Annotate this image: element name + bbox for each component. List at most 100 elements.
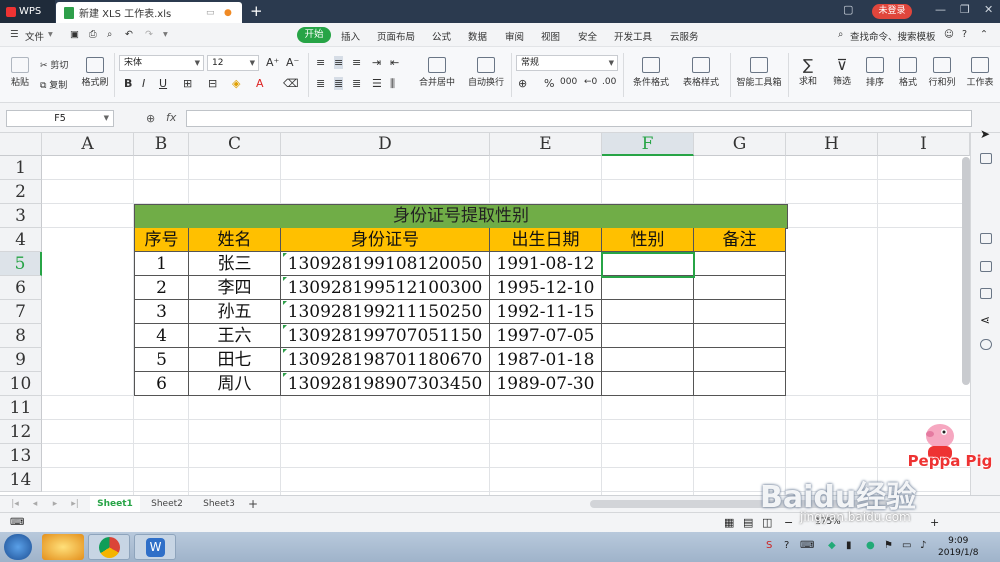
sheet-tab-1[interactable]: Sheet1 [90,496,140,513]
row-header-14[interactable]: 14 [0,468,42,492]
help-panel-icon[interactable] [980,339,992,350]
cell-birth-date[interactable]: 1991-08-12 [490,252,602,276]
cell-birth-date[interactable]: 1995-12-10 [490,276,602,300]
cell-remark[interactable] [694,372,786,396]
indent-icon[interactable]: ⇥ [372,56,381,69]
cell-seq[interactable]: 5 [134,348,189,372]
command-search[interactable]: 查找命令、搜索模板 [850,29,936,43]
column-header-h[interactable]: H [786,133,878,156]
header-id-number[interactable]: 身份证号 [281,228,490,252]
file-dropdown-icon[interactable]: ▾ [48,29,53,40]
cut-button[interactable]: ✂ 剪切 [40,58,68,71]
hamburger-icon[interactable]: ☰ [10,29,19,40]
quick-access-dropdown-icon[interactable]: ▾ [163,29,168,40]
table-title[interactable]: 身份证号提取性别 [134,204,788,229]
cell-id-number[interactable]: 130928198701180670 [281,348,490,372]
add-sheet-button[interactable]: + [246,496,260,513]
shape-panel-icon[interactable] [980,261,992,272]
name-box[interactable]: F5 ▼ [6,110,114,127]
save-icon[interactable]: ▣ [70,29,79,40]
column-header-c[interactable]: C [189,133,281,156]
page-break-view-icon[interactable]: ◫ [762,516,772,529]
increase-decimal-icon[interactable]: ←0 [584,77,597,87]
last-sheet-icon[interactable]: ▸| [68,496,82,513]
cell-id-number[interactable]: 130928198907303450 [281,372,490,396]
pin-icon[interactable]: ▭ [206,8,215,18]
row-header-2[interactable]: 2 [0,180,42,204]
wrap-text-button[interactable]: 自动换行 [465,57,507,88]
column-header-i[interactable]: I [878,133,970,156]
percent-icon[interactable]: % [544,77,554,90]
formula-input[interactable] [186,110,972,127]
align-top-icon[interactable]: ≡ [316,56,325,69]
cell-remark[interactable] [694,252,786,276]
cell-birth-date[interactable]: 1989-07-30 [490,372,602,396]
zoom-lookup-icon[interactable]: ⊕ [146,112,155,125]
row-header-1[interactable]: 1 [0,156,42,180]
tab-data[interactable]: 数据 [468,29,487,43]
cell-gender[interactable] [602,276,694,300]
cell-gender[interactable] [602,300,694,324]
tray-monitor-icon[interactable]: ▭ [902,540,911,551]
system-clock[interactable]: 9:09 2019/1/8 [938,535,978,559]
cell-id-number[interactable]: 130928199211150250 [281,300,490,324]
close-icon[interactable]: ✕ [984,3,993,16]
increase-font-icon[interactable]: A⁺ [266,56,279,69]
format-painter-button[interactable]: 格式刷 [80,57,110,88]
cell-gender[interactable] [602,348,694,372]
sort-button[interactable]: 排序 [861,57,889,88]
decrease-font-icon[interactable]: A⁻ [286,56,299,69]
skin-icon[interactable]: ☺ [944,29,954,40]
cell-seq[interactable]: 6 [134,372,189,396]
tray-input-icon[interactable]: ⌨ [800,540,814,551]
cell-name[interactable]: 孙五 [189,300,281,324]
redo-icon[interactable]: ↷ [145,29,153,40]
tray-help-icon[interactable]: ? [784,540,789,551]
row-header-13[interactable]: 13 [0,444,42,468]
pointer-icon[interactable]: ➤ [980,127,992,141]
row-header-7[interactable]: 7 [0,300,42,324]
column-header-a[interactable]: A [42,133,134,156]
cell-remark[interactable] [694,348,786,372]
macro-icon[interactable]: ⌨ [10,517,24,528]
cell-id-number[interactable]: 130928199707051150 [281,324,490,348]
cell-gender[interactable] [602,372,694,396]
tab-review[interactable]: 审阅 [505,29,524,43]
underline-icon[interactable]: U [159,77,167,90]
new-tab-button[interactable]: + [250,2,263,20]
thousands-icon[interactable]: 000 [560,77,577,87]
cell-birth-date[interactable]: 1987-01-18 [490,348,602,372]
font-color-icon[interactable]: A [256,77,264,90]
merge-border-icon[interactable]: ⊟ [208,77,217,90]
sum-button[interactable]: ∑ 求和 [794,57,822,88]
clear-format-icon[interactable]: ⌫ [283,77,299,90]
cell-name[interactable]: 王六 [189,324,281,348]
window-restore-icon[interactable]: ▢ [843,3,853,16]
normal-view-icon[interactable]: ▦ [724,516,734,529]
style-panel-icon[interactable] [980,153,992,164]
align-right-icon[interactable]: ≣ [352,77,361,90]
worksheet-button[interactable]: 工作表 [963,57,997,88]
align-bottom-icon[interactable]: ≡ [352,56,361,69]
cell-remark[interactable] [694,300,786,324]
taskbar-app-photos[interactable] [42,534,84,560]
row-header-6[interactable]: 6 [0,276,42,300]
fill-color-icon[interactable]: ◈ [232,77,240,90]
cell-seq[interactable]: 1 [134,252,189,276]
tab-developer[interactable]: 开发工具 [614,29,652,43]
sheet-tab-3[interactable]: Sheet3 [194,496,244,513]
align-center-icon[interactable]: ≣ [334,77,344,90]
tab-insert[interactable]: 插入 [341,29,360,43]
align-middle-icon[interactable]: ≡ [334,56,344,69]
tab-page-layout[interactable]: 页面布局 [377,29,415,43]
tab-start[interactable]: 开始 [297,27,331,43]
cell-remark[interactable] [694,324,786,348]
conditional-format-button[interactable]: 条件格式 [628,57,674,88]
collapse-ribbon-icon[interactable]: ⌃ [980,29,988,40]
outdent-icon[interactable]: ⇤ [390,56,399,69]
row-header-4[interactable]: 4 [0,228,42,252]
minimize-icon[interactable]: — [935,3,946,16]
wps-home-tab[interactable]: WPS [0,0,55,23]
fx-icon[interactable]: fx [166,111,176,124]
next-sheet-icon[interactable]: ▸ [48,496,62,513]
